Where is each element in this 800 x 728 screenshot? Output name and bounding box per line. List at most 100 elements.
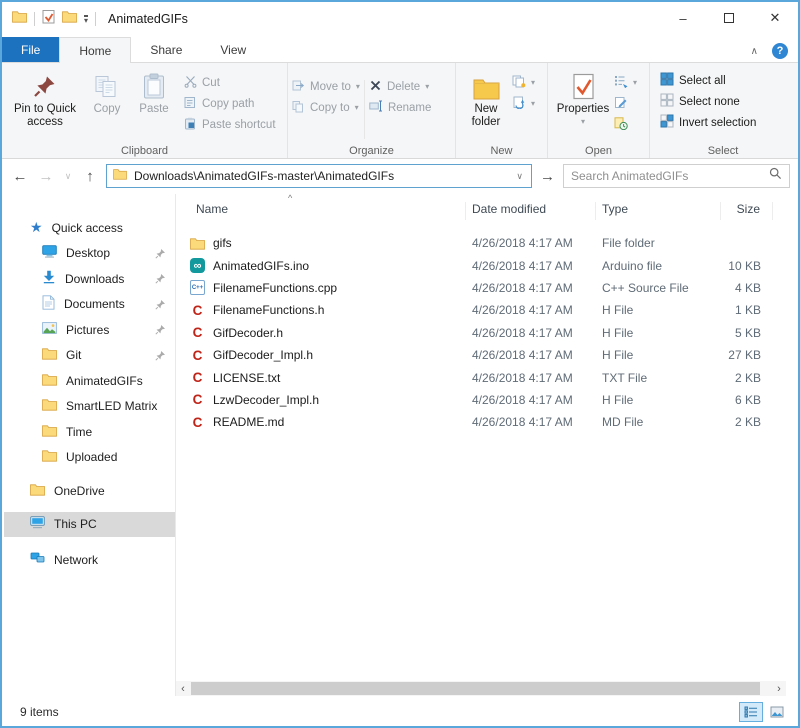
c-file-icon: C	[189, 348, 206, 363]
sidebar-item-animatedgifs[interactable]: AnimatedGIFs	[4, 368, 175, 394]
search-box[interactable]	[563, 164, 790, 188]
pin-icon[interactable]	[155, 248, 166, 262]
copy-button[interactable]: Copy	[84, 68, 130, 116]
sidebar-item-uploaded[interactable]: Uploaded	[4, 445, 175, 471]
paste-button[interactable]: Paste	[130, 68, 178, 116]
invert-selection-button[interactable]: Invert selection	[660, 112, 792, 133]
maximize-button[interactable]	[706, 2, 752, 34]
network-icon	[30, 552, 45, 567]
cut-button[interactable]: Cut	[184, 72, 276, 93]
pin-to-quick-access-button[interactable]: Pin to Quick access	[6, 68, 84, 129]
forward-button[interactable]: →	[36, 168, 56, 185]
tab-share[interactable]: Share	[131, 37, 201, 63]
easy-access-button[interactable]: ▾	[512, 93, 535, 114]
rename-button[interactable]: Rename	[369, 97, 431, 118]
sidebar-item-downloads[interactable]: Downloads	[4, 266, 175, 292]
column-header-name[interactable]: Name	[176, 202, 466, 220]
pin-icon[interactable]	[155, 273, 166, 287]
scrollbar-thumb[interactable]	[191, 682, 760, 695]
address-folder-icon	[113, 167, 127, 185]
history-button[interactable]	[614, 114, 637, 135]
new-folder-button[interactable]: New folder	[460, 68, 512, 129]
search-input[interactable]	[571, 169, 769, 183]
help-icon[interactable]: ?	[772, 43, 788, 59]
item-count: 9 items	[20, 705, 59, 719]
delete-x-icon	[369, 79, 382, 95]
divider	[95, 12, 96, 26]
back-button[interactable]: ←	[10, 168, 30, 185]
copy-to-button[interactable]: Copy to▾	[292, 97, 360, 118]
scroll-left-icon[interactable]: ‹	[176, 681, 190, 696]
details-view-button[interactable]	[739, 702, 763, 722]
column-header-type[interactable]: Type	[596, 202, 721, 220]
ribbon-group-new: New folder ▾ ▾ New	[456, 63, 548, 158]
address-dropdown-icon[interactable]: ∨	[512, 171, 527, 182]
recent-locations-icon[interactable]: ∨	[62, 171, 74, 182]
sidebar-item-quick-access[interactable]: ★ Quick access	[4, 215, 175, 241]
open-button[interactable]: ▾	[614, 72, 637, 93]
copy-path-icon	[184, 96, 197, 112]
file-row-readme-md[interactable]: CREADME.md 4/26/2018 4:17 AM MD File 2 K…	[176, 411, 796, 433]
up-button[interactable]: ↑	[80, 168, 100, 185]
close-button[interactable]: ✕	[752, 2, 798, 34]
address-bar[interactable]: Downloads\AnimatedGIFs-master\AnimatedGI…	[106, 164, 532, 188]
file-row-gifs[interactable]: gifs 4/26/2018 4:17 AM File folder	[176, 232, 796, 254]
file-row-license-txt[interactable]: CLICENSE.txt 4/26/2018 4:17 AM TXT File …	[176, 366, 796, 388]
file-row-filenamefunctions-cpp[interactable]: C++FilenameFunctions.cpp 4/26/2018 4:17 …	[176, 277, 796, 299]
search-icon[interactable]	[769, 167, 782, 185]
sidebar-item-git[interactable]: Git	[4, 343, 175, 369]
paste-shortcut-icon	[184, 117, 197, 133]
minimize-ribbon-icon[interactable]: ∧	[751, 46, 758, 57]
sidebar-item-desktop[interactable]: Desktop	[4, 241, 175, 267]
ribbon-group-clipboard: Pin to Quick access Copy Paste Cut	[2, 63, 288, 158]
pin-icon[interactable]	[155, 324, 166, 338]
sidebar-item-this-pc[interactable]: This PC	[4, 512, 175, 538]
c-file-icon: C	[189, 415, 206, 430]
sidebar-item-time[interactable]: Time	[4, 419, 175, 445]
file-row-lzwdecoder-impl-h[interactable]: CLzwDecoder_Impl.h 4/26/2018 4:17 AM H F…	[176, 389, 796, 411]
customize-toolbar-icon[interactable]: ▾	[84, 15, 88, 24]
ribbon-group-select: Select all Select none Invert selection …	[650, 63, 796, 158]
folder-icon	[189, 237, 206, 250]
file-row-animatedgifs-ino[interactable]: ∞AnimatedGIFs.ino 4/26/2018 4:17 AM Ardu…	[176, 254, 796, 276]
sidebar-item-documents[interactable]: Documents	[4, 292, 175, 318]
tab-view[interactable]: View	[201, 37, 265, 63]
properties-icon	[572, 70, 595, 100]
column-header-size[interactable]: Size	[721, 202, 773, 220]
scroll-right-icon[interactable]: ›	[772, 681, 786, 696]
minimize-button[interactable]: –	[660, 2, 706, 34]
delete-button[interactable]: Delete▾	[369, 76, 431, 97]
folder-icon	[42, 347, 57, 363]
sidebar-item-network[interactable]: Network	[4, 547, 175, 573]
new-item-button[interactable]: ▾	[512, 72, 535, 93]
properties-button[interactable]: Properties ▾	[552, 68, 614, 126]
history-icon	[614, 117, 628, 133]
thumbnail-view-button[interactable]	[765, 702, 789, 722]
properties-quick-icon[interactable]	[42, 9, 55, 29]
copy-path-button[interactable]: Copy path	[184, 93, 276, 114]
new-folder-quick-icon[interactable]	[62, 10, 77, 28]
pin-icon[interactable]	[155, 350, 166, 364]
go-button[interactable]: →	[538, 168, 557, 185]
move-to-button[interactable]: Move to▾	[292, 76, 360, 97]
sidebar-item-smartled-matrix[interactable]: SmartLED Matrix	[4, 394, 175, 420]
content-area: ★ Quick access Desktop Downloads Documen…	[4, 194, 796, 696]
file-row-filenamefunctions-h[interactable]: CFilenameFunctions.h 4/26/2018 4:17 AM H…	[176, 299, 796, 321]
tab-home[interactable]: Home	[59, 37, 131, 63]
folder-icon	[30, 483, 45, 499]
file-row-gifdecoder-impl-h[interactable]: CGifDecoder_Impl.h 4/26/2018 4:17 AM H F…	[176, 344, 796, 366]
select-none-button[interactable]: Select none	[660, 91, 792, 112]
edit-button[interactable]	[614, 93, 637, 114]
horizontal-scrollbar[interactable]: ‹ ›	[176, 681, 786, 696]
pin-icon[interactable]	[155, 299, 166, 313]
sidebar-item-onedrive[interactable]: OneDrive	[4, 478, 175, 504]
copy-icon	[94, 70, 120, 100]
file-row-gifdecoder-h[interactable]: CGifDecoder.h 4/26/2018 4:17 AM H File 5…	[176, 322, 796, 344]
select-all-button[interactable]: Select all	[660, 70, 792, 91]
column-header-date-modified[interactable]: Date modified	[466, 202, 596, 220]
status-bar: 9 items	[4, 698, 796, 726]
sidebar-item-pictures[interactable]: Pictures	[4, 317, 175, 343]
tab-file[interactable]: File	[2, 37, 59, 63]
paste-shortcut-button[interactable]: Paste shortcut	[184, 114, 276, 135]
pushpin-icon	[33, 70, 57, 100]
